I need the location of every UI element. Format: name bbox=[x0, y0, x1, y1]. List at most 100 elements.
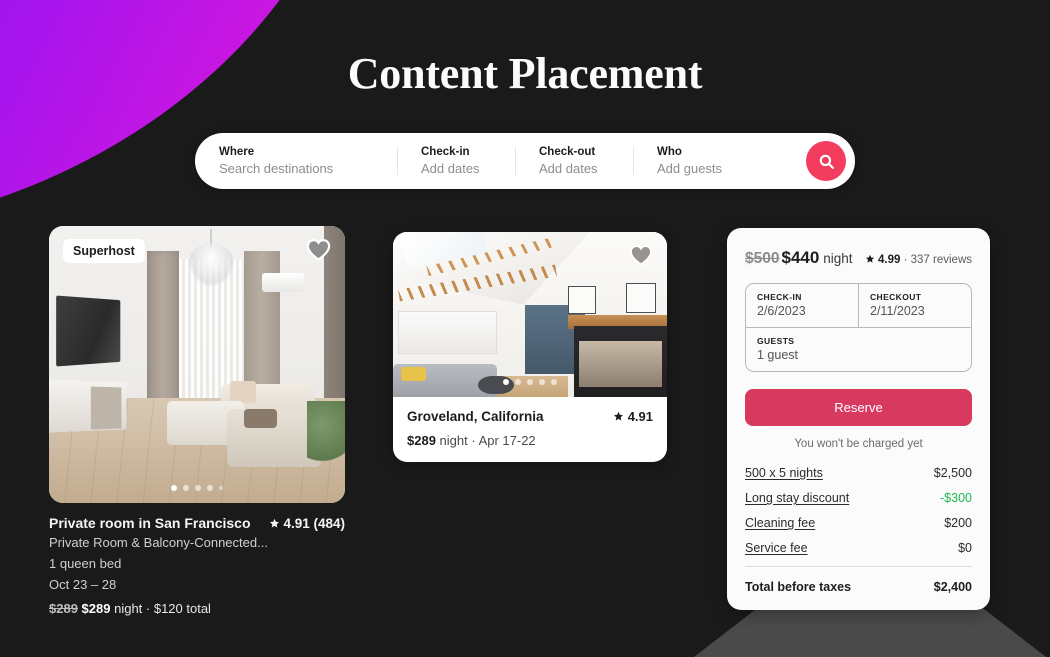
search-bar[interactable]: Where Search destinations Check-in Add d… bbox=[195, 133, 855, 189]
search-submit-button[interactable] bbox=[806, 141, 846, 181]
search-field-where[interactable]: Where Search destinations bbox=[195, 133, 397, 189]
star-icon bbox=[269, 518, 279, 528]
superhost-badge: Superhost bbox=[63, 239, 145, 263]
listing-subtitle: Private Room & Balcony-Connected... bbox=[49, 535, 268, 550]
page-title: Content Placement bbox=[347, 49, 703, 98]
carousel-dot[interactable] bbox=[183, 485, 189, 491]
fee-row: Long stay discount -$300 bbox=[745, 491, 972, 505]
fee-breakdown: 500 x 5 nights $2,500 Long stay discount… bbox=[745, 466, 972, 555]
carousel-dot[interactable] bbox=[539, 379, 545, 385]
search-input-checkout[interactable]: Add dates bbox=[539, 161, 633, 177]
photo-card-favorite-button[interactable] bbox=[629, 244, 653, 266]
total-row: Total before taxes $2,400 bbox=[745, 580, 972, 594]
checkout-cell[interactable]: CHECKOUT 2/11/2023 bbox=[858, 284, 971, 327]
fee-value: $2,500 bbox=[933, 466, 972, 480]
fee-value: $0 bbox=[958, 541, 972, 555]
checkin-label: CHECK-IN bbox=[757, 292, 802, 302]
booking-dates-box[interactable]: CHECK-IN 2/6/2023 CHECKOUT 2/11/2023 GUE… bbox=[745, 283, 972, 372]
search-label-where: Where bbox=[219, 146, 255, 158]
fee-row: Cleaning fee $200 bbox=[745, 516, 972, 530]
listing-photo-scene bbox=[49, 226, 345, 503]
page-root: Content Placement Where Search destinati… bbox=[0, 0, 1050, 657]
search-input-who[interactable]: Add guests bbox=[657, 161, 793, 177]
carousel-dot[interactable] bbox=[551, 379, 557, 385]
reserve-button[interactable]: Reserve bbox=[745, 389, 972, 426]
checkout-label: CHECKOUT bbox=[870, 292, 922, 302]
fee-label[interactable]: Service fee bbox=[745, 541, 808, 555]
guests-value: 1 guest bbox=[757, 348, 799, 362]
listing-price-old: $289 bbox=[49, 601, 78, 616]
fee-label[interactable]: Long stay discount bbox=[745, 491, 849, 505]
fee-label[interactable]: 500 x 5 nights bbox=[745, 466, 823, 480]
photo-card-price-row: $289 night · Apr 17-22 bbox=[407, 433, 653, 448]
search-label-checkin: Check-in bbox=[421, 146, 470, 158]
listing-rating: 4.91 (484) bbox=[269, 516, 345, 531]
carousel-dot[interactable] bbox=[527, 379, 533, 385]
photo-card-scene bbox=[393, 232, 667, 397]
photo-card-location: Groveland, California bbox=[407, 409, 544, 424]
fee-row: 500 x 5 nights $2,500 bbox=[745, 466, 972, 480]
booking-card: $500 $440 night 4.99 · 337 reviews CHECK-… bbox=[727, 228, 990, 610]
favorite-button[interactable] bbox=[306, 238, 331, 261]
photo-card-price-meta: night · Apr 17-22 bbox=[439, 433, 536, 448]
listing-dates: Oct 23 – 28 bbox=[49, 577, 117, 592]
carousel-dot[interactable] bbox=[503, 379, 509, 385]
photo-card-rating: 4.91 bbox=[613, 409, 653, 424]
listing-price: $289 $289 night · $120 total bbox=[49, 601, 345, 616]
search-field-checkin[interactable]: Check-in Add dates bbox=[397, 133, 515, 189]
booking-price-old: $500 bbox=[745, 250, 780, 267]
photo-card-rating-value: 4.91 bbox=[627, 409, 653, 424]
search-icon bbox=[819, 154, 834, 169]
carousel-dot[interactable] bbox=[171, 485, 177, 491]
listing-details: Private room in San Francisco 4.91 (484)… bbox=[49, 503, 345, 616]
search-input-checkin[interactable]: Add dates bbox=[421, 161, 515, 177]
fee-divider bbox=[745, 566, 972, 567]
total-value: $2,400 bbox=[933, 580, 972, 594]
carousel-dot[interactable] bbox=[195, 485, 201, 491]
fee-value: $200 bbox=[944, 516, 972, 530]
search-input-where[interactable]: Search destinations bbox=[219, 161, 397, 177]
search-label-checkout: Check-out bbox=[539, 146, 596, 158]
total-label: Total before taxes bbox=[745, 580, 852, 594]
search-field-checkout[interactable]: Check-out Add dates bbox=[515, 133, 633, 189]
photo-card-price: $289 bbox=[407, 433, 436, 448]
gradient-blob-decoration bbox=[0, 0, 370, 238]
booking-header: $500 $440 night 4.99 · 337 reviews bbox=[745, 248, 972, 268]
heart-icon bbox=[629, 244, 653, 266]
charge-note: You won't be charged yet bbox=[794, 438, 923, 450]
booking-price-new: $440 bbox=[781, 248, 820, 267]
listing-beds: 1 queen bed bbox=[49, 556, 122, 571]
listing-photo[interactable]: Superhost bbox=[49, 226, 345, 503]
guests-cell[interactable]: GUESTS 1 guest bbox=[746, 328, 971, 371]
booking-rating-value: 4.99 bbox=[878, 254, 901, 266]
booking-reviews-count: · 337 reviews bbox=[903, 254, 972, 266]
carousel-dot[interactable] bbox=[515, 379, 521, 385]
fee-label[interactable]: Cleaning fee bbox=[745, 516, 815, 530]
listing-price-unit: night · $120 total bbox=[114, 601, 211, 616]
search-label-who: Who bbox=[657, 146, 682, 158]
checkout-value: 2/11/2023 bbox=[870, 304, 925, 318]
listing-rating-value: 4.91 (484) bbox=[283, 516, 345, 531]
fee-row: Service fee $0 bbox=[745, 541, 972, 555]
photo-card[interactable]: Groveland, California 4.91 $289 night · … bbox=[393, 232, 667, 462]
photo-card-image[interactable] bbox=[393, 232, 667, 397]
booking-reviews[interactable]: 4.99 · 337 reviews bbox=[865, 254, 972, 266]
checkin-cell[interactable]: CHECK-IN 2/6/2023 bbox=[746, 284, 858, 327]
carousel-dot[interactable] bbox=[219, 486, 223, 490]
checkin-value: 2/6/2023 bbox=[757, 304, 806, 318]
search-field-who[interactable]: Who Add guests bbox=[633, 133, 793, 189]
photo-card-details: Groveland, California 4.91 $289 night · … bbox=[393, 397, 667, 462]
heart-icon bbox=[306, 239, 331, 261]
fee-value: -$300 bbox=[940, 491, 972, 505]
listing-card[interactable]: Superhost Private room in San Francisco bbox=[49, 226, 345, 616]
booking-price: $500 $440 night bbox=[745, 248, 852, 268]
carousel-dot[interactable] bbox=[207, 485, 213, 491]
carousel-dots[interactable] bbox=[49, 485, 345, 491]
photo-card-carousel-dots[interactable] bbox=[393, 379, 667, 385]
star-icon bbox=[614, 411, 624, 421]
guests-label: GUESTS bbox=[757, 336, 795, 346]
booking-price-unit: night bbox=[823, 251, 853, 266]
listing-price-new: $289 bbox=[81, 601, 111, 616]
listing-title: Private room in San Francisco bbox=[49, 515, 251, 531]
star-icon bbox=[865, 254, 874, 263]
